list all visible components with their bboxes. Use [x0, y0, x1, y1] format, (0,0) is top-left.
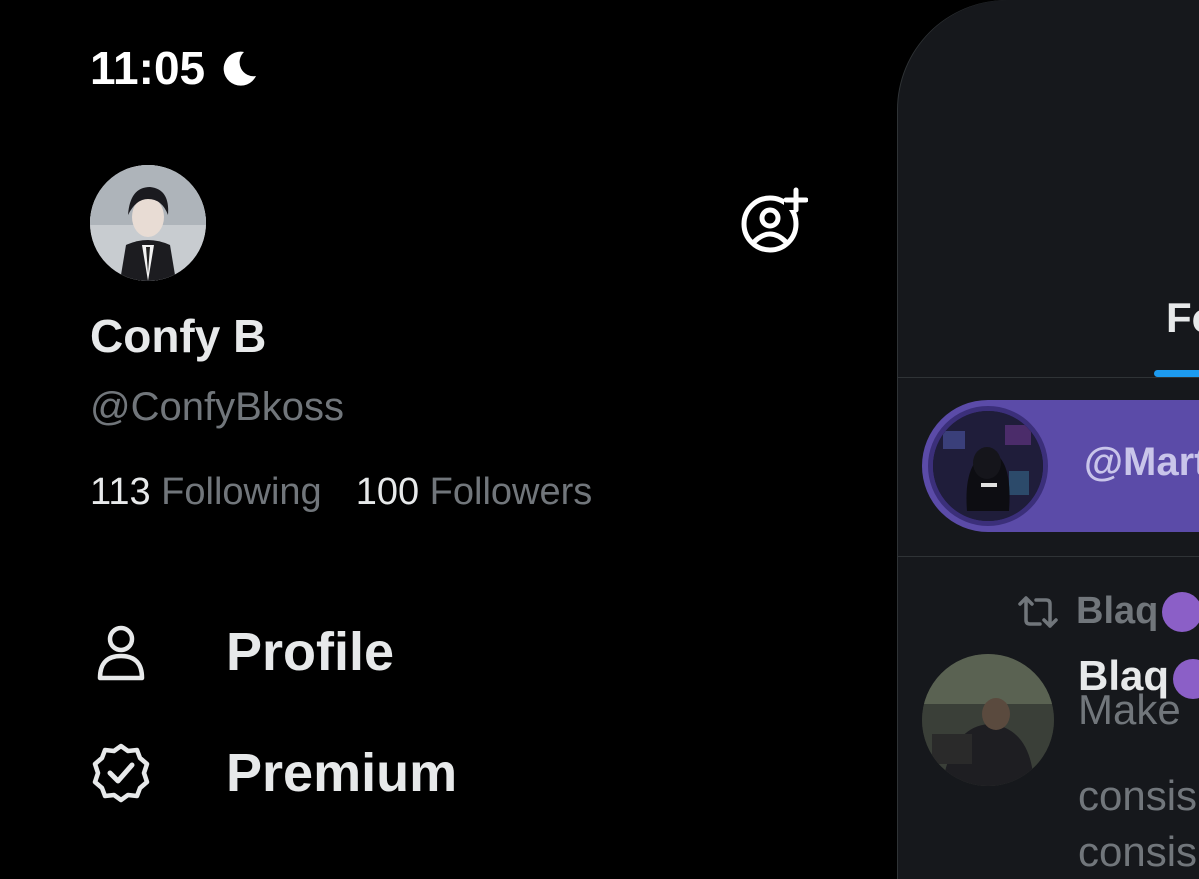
- space-host-avatar: [928, 406, 1048, 526]
- nav-item-profile[interactable]: Profile: [90, 612, 394, 692]
- tweet-text-line: consis: [1078, 828, 1198, 875]
- tab-following[interactable]: Fo: [1166, 294, 1199, 342]
- display-name[interactable]: Confy B: [90, 308, 266, 364]
- retweet-indicator: Blaq: [1016, 590, 1199, 633]
- tweet-text-line: consis: [1078, 772, 1198, 819]
- followers-link[interactable]: 100 Followers: [356, 468, 593, 516]
- followers-label: Followers: [429, 471, 593, 513]
- tweet-author-avatar[interactable]: [922, 654, 1054, 786]
- tweet-text-line: Make: [1078, 686, 1181, 733]
- status-time: 11:05: [90, 42, 206, 94]
- verified-badge-icon: [86, 738, 156, 808]
- divider: [898, 556, 1199, 557]
- devil-emoji-icon: [1162, 591, 1199, 632]
- user-handle: @ConfyBkoss: [90, 385, 345, 429]
- following-count: 113: [90, 471, 151, 513]
- divider: [898, 377, 1199, 378]
- retweeter-name: Blaq: [1076, 590, 1159, 632]
- followers-count: 100: [355, 471, 420, 513]
- timeline-panel[interactable]: Fo @Mart Blaq: [898, 0, 1199, 879]
- avatar[interactable]: [90, 165, 206, 281]
- nav-item-premium[interactable]: Premium: [90, 733, 457, 813]
- nav-item-label: Profile: [226, 622, 395, 682]
- nav-item-label: Premium: [226, 743, 458, 803]
- tab-underline: [1154, 370, 1199, 377]
- following-link[interactable]: 113 Following: [90, 468, 322, 516]
- following-label: Following: [161, 471, 322, 513]
- space-host-handle: @Mart: [1084, 440, 1199, 484]
- avatar-image: [90, 165, 206, 281]
- retweet-icon: [1018, 595, 1058, 628]
- add-account-icon[interactable]: [740, 186, 808, 254]
- person-icon: [86, 617, 156, 687]
- follow-stats: 113 Following 100 Followers: [90, 468, 592, 516]
- moon-icon: [223, 51, 256, 86]
